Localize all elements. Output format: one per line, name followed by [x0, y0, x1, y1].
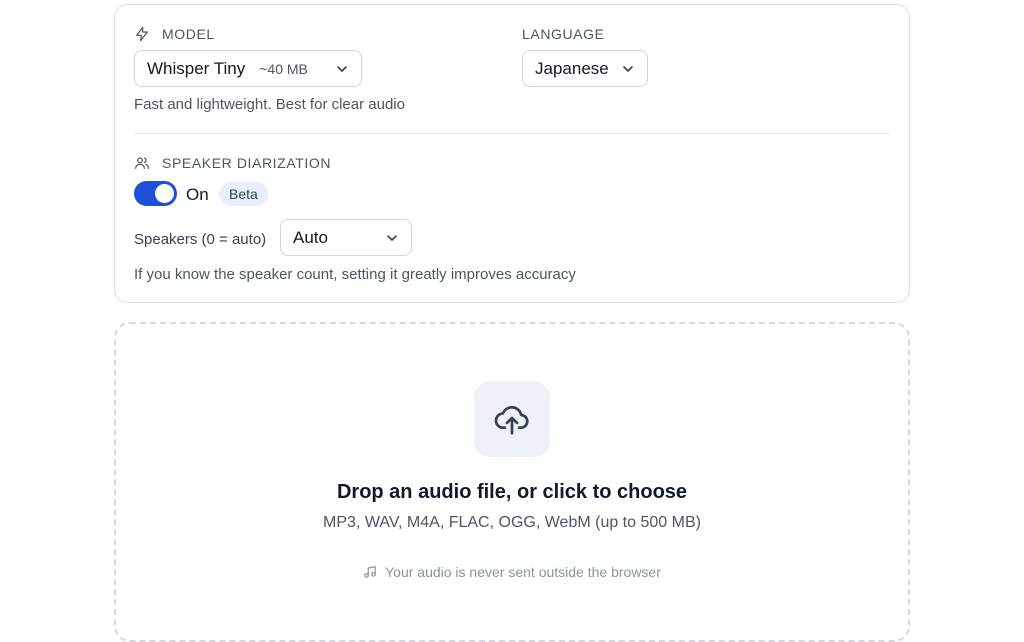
divider — [134, 133, 890, 134]
speakers-select[interactable]: Auto — [280, 219, 412, 256]
chevron-down-icon — [623, 65, 633, 72]
toggle-state-label: On — [186, 185, 209, 204]
diarization-label: SPEAKER DIARIZATION — [162, 155, 332, 171]
language-label: LANGUAGE — [522, 26, 605, 42]
beta-badge: Beta — [219, 182, 268, 206]
model-hint: Fast and lightweight. Best for clear aud… — [134, 96, 405, 113]
music-note-icon — [364, 566, 376, 578]
audio-dropzone[interactable]: Drop an audio file, or click to choose M… — [114, 322, 910, 642]
diarization-section-label: SPEAKER DIARIZATION — [134, 155, 331, 171]
model-label: MODEL — [162, 26, 215, 42]
diarization-toggle[interactable] — [134, 181, 177, 206]
upload-tile — [474, 381, 550, 457]
model-section-label: MODEL — [134, 26, 215, 42]
model-selected-value: Whisper Tiny — [147, 58, 246, 78]
speakers-selected-value: Auto — [293, 227, 328, 247]
model-size: ~40 MB — [259, 60, 308, 77]
language-selected-value: Japanese — [535, 58, 609, 78]
language-section-label: LANGUAGE — [522, 26, 605, 42]
users-icon — [134, 155, 150, 171]
model-select[interactable]: Whisper Tiny ~40 MB — [134, 50, 362, 87]
privacy-text: Your audio is never sent outside the bro… — [385, 564, 661, 580]
chevron-down-icon — [387, 234, 397, 241]
dropzone-formats: MP3, WAV, M4A, FLAC, OGG, WebM (up to 50… — [323, 514, 701, 531]
speakers-hint: If you know the speaker count, setting i… — [134, 266, 576, 283]
settings-card: MODEL Whisper Tiny ~40 MB Fast and light… — [114, 4, 910, 303]
language-select[interactable]: Japanese — [522, 50, 648, 87]
cloud-upload-icon — [494, 406, 529, 435]
chevron-down-icon — [337, 65, 347, 72]
lightning-icon — [134, 26, 150, 42]
speakers-label: Speakers (0 = auto) — [134, 231, 267, 248]
toggle-knob — [155, 184, 174, 203]
dropzone-title: Drop an audio file, or click to choose — [336, 481, 688, 503]
dropzone-privacy: Your audio is never sent outside the bro… — [116, 564, 908, 580]
